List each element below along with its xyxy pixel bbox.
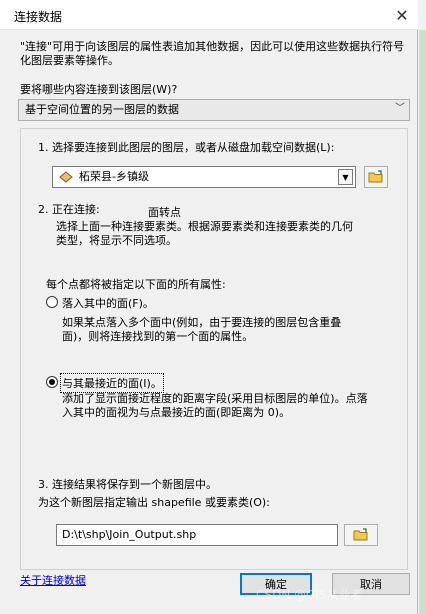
radio-within-polygon[interactable]	[46, 296, 58, 308]
join-type-select[interactable]: 基于空间位置的另一图层的数据 ﹀	[18, 99, 410, 121]
close-icon: ✕	[395, 5, 409, 25]
browse-layer-button[interactable]	[364, 166, 388, 188]
close-button[interactable]: ✕	[388, 2, 416, 28]
option-closest-polygon-description: 添加了显示面接近程度的距离字段(采用目标图层的单位)。点落入其中的面视为与点最接…	[62, 392, 368, 419]
joining-layer-type: 面转点	[148, 206, 181, 219]
title-bar[interactable]: 连接数据 ✕	[0, 0, 418, 30]
dialog-description: "连接"可用于向该图层的属性表追加其他数据，因此可以使用这些数据执行符号化图层要…	[20, 40, 405, 67]
open-folder-icon	[368, 170, 383, 183]
step1-label: 1. 选择要连接到此图层的图层，或者从磁盘加载空间数据(L):	[38, 141, 335, 154]
window-title: 连接数据	[14, 10, 63, 24]
background-map-strip	[419, 30, 426, 614]
help-link[interactable]: 关于连接数据	[20, 572, 86, 588]
radio-closest-polygon[interactable]	[46, 376, 58, 388]
layer-select-value: 柘荣县-乡镇级	[79, 170, 149, 183]
polygon-layer-icon	[59, 171, 73, 183]
attribute-intro: 每个点都将被指定以下面的所有属性:	[46, 278, 226, 291]
step2-description: 选择上面一种连接要素类。根据源要素类和连接要素类的几何类型，将显示不同选项。	[56, 220, 353, 247]
output-path-input[interactable]: D:\t\shp\Join_Output.shp	[56, 524, 338, 546]
open-folder-icon	[353, 528, 368, 541]
join-type-value: 基于空间位置的另一图层的数据	[25, 103, 179, 116]
option-within-polygon-label[interactable]: 落入其中的面(F)。	[62, 295, 154, 311]
layer-select[interactable]: 柘荣县-乡镇级 ▼	[52, 166, 356, 188]
output-path-label: 为这个新图层指定输出 shapefile 或要素类(O):	[38, 496, 270, 509]
option-within-polygon-description: 如果某点落入多个面中(例如，由于要连接的图层包含重叠面)，则将连接找到的第一个面…	[62, 316, 342, 343]
browse-output-button[interactable]	[344, 524, 378, 546]
step3-label: 3. 连接结果将保存到一个新图层中。	[38, 478, 217, 491]
option-closest-polygon-label[interactable]: 与其最接近的面(I)。	[60, 373, 164, 393]
chevron-down-icon: ﹀	[395, 103, 405, 114]
join-data-dialog: 连接数据 ✕ "连接"可用于向该图层的属性表追加其他数据，因此可以使用这些数据执…	[0, 0, 418, 614]
watermark: CSDN @GIS从业者	[256, 588, 363, 602]
dropdown-arrow-icon[interactable]: ▼	[338, 169, 353, 185]
step2-label: 2. 正在连接:	[38, 203, 100, 216]
join-type-label: 要将哪些内容连接到该图层(W)?	[20, 83, 178, 96]
